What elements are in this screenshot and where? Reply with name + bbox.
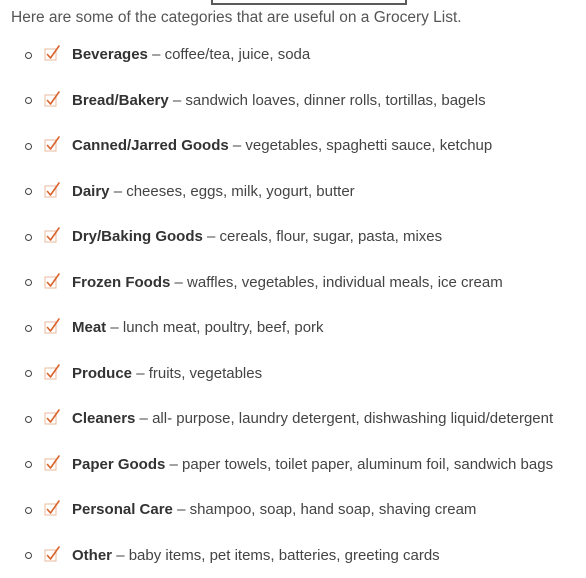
category-text: Meat – lunch meat, poultry, beef, pork xyxy=(72,319,324,336)
category-separator: – xyxy=(175,274,183,291)
category-list: Beverages – coffee/tea, juice, soda Bread… xyxy=(0,32,586,578)
category-separator: – xyxy=(140,410,148,427)
category-separator: – xyxy=(116,547,124,564)
category-text: Cleaners – all- purpose, laundry deterge… xyxy=(72,410,553,427)
bullet-circle-icon xyxy=(25,325,32,332)
category-text: Produce – fruits, vegetables xyxy=(72,365,262,382)
category-text: Dairy – cheeses, eggs, milk, yogurt, but… xyxy=(72,183,355,200)
category-text: Frozen Foods – waffles, vegetables, indi… xyxy=(72,274,503,291)
category-separator: – xyxy=(173,92,181,109)
category-items: cheeses, eggs, milk, yogurt, butter xyxy=(126,183,354,200)
bullet-circle-icon xyxy=(25,234,32,241)
category-separator: – xyxy=(207,228,215,245)
list-item: Produce – fruits, vegetables xyxy=(0,351,586,397)
checkbox-checked-icon xyxy=(44,182,61,199)
list-item: Other – baby items, pet items, batteries… xyxy=(0,533,586,578)
checkbox-checked-icon xyxy=(44,136,61,153)
list-item: Bread/Bakery – sandwich loaves, dinner r… xyxy=(0,78,586,124)
category-name: Beverages xyxy=(72,46,148,63)
bullet-circle-icon xyxy=(25,507,32,514)
category-name: Canned/Jarred Goods xyxy=(72,137,229,154)
category-text: Beverages – coffee/tea, juice, soda xyxy=(72,46,310,63)
category-name: Bread/Bakery xyxy=(72,92,169,109)
bullet-circle-icon xyxy=(25,370,32,377)
checkbox-checked-icon xyxy=(44,91,61,108)
category-items: fruits, vegetables xyxy=(149,365,262,382)
category-text: Personal Care – shampoo, soap, hand soap… xyxy=(72,501,476,518)
category-items: waffles, vegetables, individual meals, i… xyxy=(187,274,503,291)
list-item: Paper Goods – paper towels, toilet paper… xyxy=(0,442,586,488)
checkbox-checked-icon xyxy=(44,45,61,62)
category-items: sandwich loaves, dinner rolls, tortillas… xyxy=(185,92,485,109)
intro-text: Here are some of the categories that are… xyxy=(11,9,462,27)
category-items: coffee/tea, juice, soda xyxy=(165,46,311,63)
category-separator: – xyxy=(136,365,144,382)
list-item: Dry/Baking Goods – cereals, flour, sugar… xyxy=(0,214,586,260)
bullet-circle-icon xyxy=(25,416,32,423)
checkbox-checked-icon xyxy=(44,227,61,244)
category-text: Paper Goods – paper towels, toilet paper… xyxy=(72,456,553,473)
bullet-circle-icon xyxy=(25,97,32,104)
bullet-circle-icon xyxy=(25,461,32,468)
category-items: all- purpose, laundry detergent, dishwas… xyxy=(152,410,553,427)
category-name: Dry/Baking Goods xyxy=(72,228,203,245)
bullet-circle-icon xyxy=(25,552,32,559)
category-name: Meat xyxy=(72,319,106,336)
bullet-circle-icon xyxy=(25,143,32,150)
category-items: baby items, pet items, batteries, greeti… xyxy=(129,547,440,564)
list-item: Dairy – cheeses, eggs, milk, yogurt, but… xyxy=(0,169,586,215)
category-separator: – xyxy=(114,183,122,200)
category-items: shampoo, soap, hand soap, shaving cream xyxy=(190,501,477,518)
category-separator: – xyxy=(177,501,185,518)
category-items: cereals, flour, sugar, pasta, mixes xyxy=(220,228,443,245)
category-name: Dairy xyxy=(72,183,110,200)
checkbox-checked-icon xyxy=(44,500,61,517)
category-name: Produce xyxy=(72,365,132,382)
category-text: Bread/Bakery – sandwich loaves, dinner r… xyxy=(72,92,486,109)
category-separator: – xyxy=(110,319,118,336)
category-items: vegetables, spaghetti sauce, ketchup xyxy=(245,137,492,154)
list-item: Meat – lunch meat, poultry, beef, pork xyxy=(0,305,586,351)
list-item: Beverages – coffee/tea, juice, soda xyxy=(0,32,586,78)
category-items: lunch meat, poultry, beef, pork xyxy=(123,319,324,336)
checkbox-checked-icon xyxy=(44,455,61,472)
category-text: Dry/Baking Goods – cereals, flour, sugar… xyxy=(72,228,442,245)
category-separator: – xyxy=(233,137,241,154)
checkbox-checked-icon xyxy=(44,364,61,381)
checkbox-checked-icon xyxy=(44,546,61,563)
checkbox-checked-icon xyxy=(44,318,61,335)
category-items: paper towels, toilet paper, aluminum foi… xyxy=(182,456,553,473)
list-item: Cleaners – all- purpose, laundry deterge… xyxy=(0,396,586,442)
category-name: Other xyxy=(72,547,112,564)
checkbox-checked-icon xyxy=(44,409,61,426)
list-item: Frozen Foods – waffles, vegetables, indi… xyxy=(0,260,586,306)
checkbox-checked-icon xyxy=(44,273,61,290)
top-image-frame xyxy=(211,0,407,5)
category-text: Other – baby items, pet items, batteries… xyxy=(72,547,440,564)
bullet-circle-icon xyxy=(25,188,32,195)
category-name: Frozen Foods xyxy=(72,274,170,291)
category-separator: – xyxy=(170,456,178,473)
bullet-circle-icon xyxy=(25,52,32,59)
list-item: Personal Care – shampoo, soap, hand soap… xyxy=(0,487,586,533)
category-name: Paper Goods xyxy=(72,456,165,473)
category-separator: – xyxy=(152,46,160,63)
category-text: Canned/Jarred Goods – vegetables, spaghe… xyxy=(72,137,492,154)
bullet-circle-icon xyxy=(25,279,32,286)
category-name: Personal Care xyxy=(72,501,173,518)
category-name: Cleaners xyxy=(72,410,135,427)
list-item: Canned/Jarred Goods – vegetables, spaghe… xyxy=(0,123,586,169)
